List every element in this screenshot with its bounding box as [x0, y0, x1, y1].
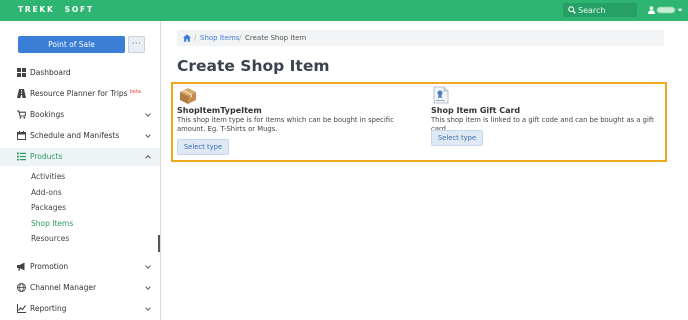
- chevron-down-icon: [145, 113, 151, 118]
- beta-badge: beta: [129, 89, 141, 95]
- resource-planner-label: Resource Planner for Trips: [30, 89, 128, 98]
- sidebar-scroll-indicator[interactable]: [158, 235, 160, 252]
- sidebar-item-label: Bookings: [30, 110, 65, 119]
- sidebar-item-label: Channel Manager: [30, 283, 97, 292]
- cart-icon: [17, 110, 26, 119]
- megaphone-icon: [17, 262, 25, 271]
- sidebar-item-label: Resource Planner for Trips beta: [30, 89, 141, 98]
- chevron-down-icon: [145, 265, 151, 270]
- road-icon: [17, 89, 26, 98]
- sidebar-item-label: Dashboard: [30, 68, 71, 77]
- select-type-button-gift-card[interactable]: Select type: [431, 130, 483, 146]
- chevron-down-icon: [145, 307, 151, 312]
- sidebar-item-schedule[interactable]: Schedule and Manifests: [0, 127, 160, 145]
- logo-text-right: SOFT: [64, 5, 94, 14]
- chevron-up-icon: [145, 154, 151, 159]
- sidebar-item-label: Promotion: [30, 262, 69, 271]
- logo-text-left: TREKK: [18, 5, 55, 14]
- sidebar-subitem-resources[interactable]: Resources: [31, 234, 69, 243]
- user-name-redacted: [657, 7, 675, 13]
- sidebar-item-channel-manager[interactable]: Channel Manager: [0, 279, 160, 297]
- page-title: Create Shop Item: [177, 57, 330, 75]
- sidebar-item-resource-planner[interactable]: Resource Planner for Trips beta: [0, 85, 160, 103]
- caret-down-icon: [677, 8, 683, 12]
- home-icon[interactable]: [183, 34, 191, 42]
- breadcrumb-shop-items[interactable]: Shop Items: [200, 34, 239, 42]
- list-icon: [17, 152, 26, 161]
- search-icon: [568, 6, 576, 14]
- sidebar-item-dashboard[interactable]: Dashboard: [0, 64, 160, 82]
- chart-icon: [17, 304, 26, 313]
- calendar-icon: [17, 131, 26, 140]
- sidebar-item-label: Schedule and Manifests: [30, 131, 120, 140]
- package-box-icon: [180, 88, 196, 104]
- sidebar-item-promotion[interactable]: Promotion: [0, 258, 160, 276]
- sidebar: Point of Sale ··· Dashboard Resource Pla…: [0, 21, 161, 320]
- sidebar-item-reporting[interactable]: Reporting: [0, 300, 160, 318]
- breadcrumb-separator: /: [194, 34, 197, 42]
- app-logo[interactable]: TREKK SOFT: [18, 5, 94, 14]
- sidebar-item-bookings[interactable]: Bookings: [0, 106, 160, 124]
- more-options-button[interactable]: ···: [128, 36, 145, 53]
- card-title-shop-item-type: ShopItemTypeItem: [177, 106, 262, 115]
- card-title-gift-card: Shop Item Gift Card: [431, 106, 521, 115]
- globe-icon: [17, 283, 26, 292]
- sidebar-item-label: Reporting: [30, 304, 67, 313]
- breadcrumb-current: Create Shop Item: [245, 34, 307, 42]
- breadcrumb-separator: /: [239, 34, 242, 42]
- chevron-down-icon: [145, 134, 151, 139]
- sidebar-subitem-activities[interactable]: Activities: [31, 172, 65, 181]
- point-of-sale-button[interactable]: Point of Sale: [18, 36, 125, 53]
- card-description-shop-item-type: This shop item type is for items which c…: [177, 116, 394, 133]
- user-icon: [648, 6, 655, 14]
- dashboard-icon: [17, 68, 26, 77]
- sidebar-item-products[interactable]: Products: [0, 148, 160, 166]
- search-input[interactable]: [578, 4, 634, 16]
- sidebar-subitem-shop-items[interactable]: Shop Items: [31, 219, 73, 228]
- select-type-button-shop-item[interactable]: Select type: [177, 139, 229, 155]
- top-navbar: TREKK SOFT: [0, 0, 688, 21]
- gift-certificate-icon: [433, 86, 449, 104]
- chevron-down-icon: [145, 286, 151, 291]
- sidebar-subitem-packages[interactable]: Packages: [31, 203, 66, 212]
- sidebar-item-label: Products: [30, 152, 63, 161]
- sidebar-subitem-add-ons[interactable]: Add-ons: [31, 188, 62, 197]
- breadcrumb: / Shop Items / Create Shop Item: [177, 30, 664, 46]
- user-menu[interactable]: [648, 4, 684, 17]
- search-box[interactable]: [563, 3, 637, 17]
